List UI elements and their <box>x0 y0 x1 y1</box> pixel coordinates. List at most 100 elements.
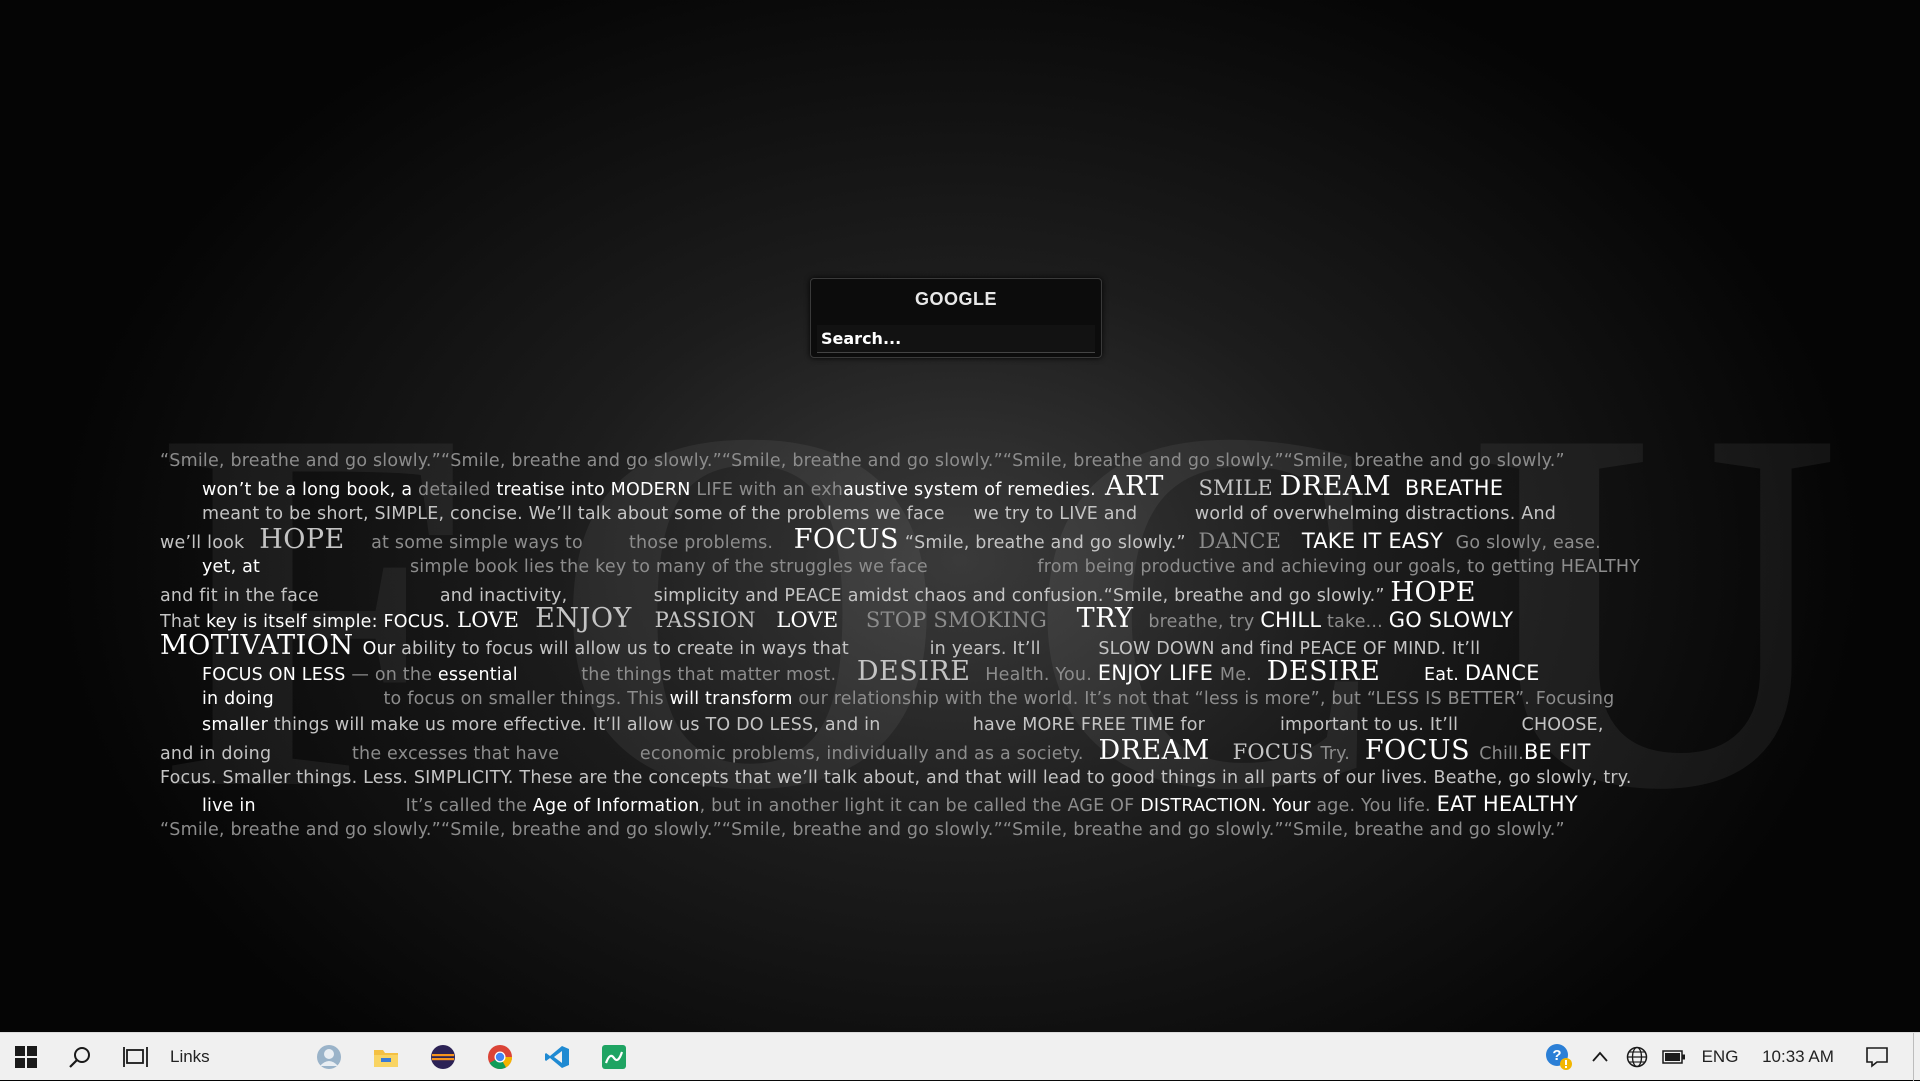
wallpaper-text-segment: FOCUS <box>1355 738 1480 765</box>
wallpaper-text-segment: That <box>160 612 206 633</box>
wallpaper-text-segment: Try. <box>1320 744 1356 765</box>
taskbar-app-eclipse[interactable] <box>414 1033 471 1081</box>
tray-help[interactable]: ? <box>1537 1033 1581 1081</box>
wallpaper-text-segment: and in doing <box>160 744 272 765</box>
search-button[interactable] <box>52 1033 108 1081</box>
wallpaper-text-line: Focus. Smaller things. Less. SIMPLICITY.… <box>160 765 1692 791</box>
wallpaper-text-segment: smaller <box>202 714 274 735</box>
taskbar-app-whiteboard[interactable] <box>585 1033 642 1081</box>
wallpaper-text-line: “Smile, breathe and go slowly.”“Smile, b… <box>160 817 1692 843</box>
wallpaper-text-segment: Our <box>362 638 402 659</box>
task-view-button[interactable] <box>108 1033 164 1081</box>
taskbar-app-user[interactable] <box>300 1033 357 1081</box>
desktop-wallpaper: FOCUS “Smile, breathe and go slowly.”“Sm… <box>0 0 1920 1032</box>
search-icon <box>69 1046 90 1068</box>
wallpaper-text-line: yet, at simple book lies the key to many… <box>202 554 1692 580</box>
globe-icon <box>1626 1046 1648 1068</box>
wallpaper-text-segment: DREAM <box>1279 474 1392 501</box>
wallpaper-text-segment: won’t be a long book, a <box>202 480 419 501</box>
taskbar: Links ? ENG 10:33 AM <box>0 1032 1920 1081</box>
input-language[interactable]: ENG <box>1693 1033 1747 1081</box>
wallpaper-text-segment: EAT HEALTHY <box>1436 792 1578 817</box>
help-warning-icon: ? <box>1546 1044 1572 1070</box>
show-hidden-icons-button[interactable] <box>1581 1033 1619 1081</box>
wallpaper-text-segment: DANCE <box>1191 529 1289 554</box>
wallpaper-text-segment: and fit in the face and inactivity, simp… <box>160 585 1391 606</box>
wallpaper-text-line: won’t be a long book, a detailed treatis… <box>202 474 1692 500</box>
wallpaper-text-line: we’ll look HOPE at some simple ways to t… <box>160 527 1692 553</box>
start-button[interactable] <box>0 1033 52 1081</box>
wallpaper-text-segment: — on the <box>351 665 438 686</box>
taskbar-app-chrome[interactable] <box>471 1033 528 1081</box>
wallpaper-text-segment: meant to be short, SIMPLE, concise. We’l… <box>202 503 1557 524</box>
wallpaper-text-segment: GO SLOWLY <box>1388 608 1514 633</box>
taskbar-app-vscode[interactable] <box>528 1033 585 1081</box>
wallpaper-text-segment: essential <box>437 665 564 686</box>
search-input[interactable] <box>817 325 1095 353</box>
wallpaper-text-segment <box>1389 665 1424 685</box>
wallpaper-text-segment: “Smile, breathe and go slowly.” <box>899 533 1192 554</box>
wallpaper-text-segment: TAKE IT EASY <box>1288 529 1450 554</box>
taskbar-app-file-explorer[interactable] <box>357 1033 414 1081</box>
battery-icon <box>1662 1050 1685 1064</box>
action-center-button[interactable] <box>1849 1033 1905 1081</box>
wallpaper-text-line: in doing to focus on smaller things. Thi… <box>202 686 1692 712</box>
clock[interactable]: 10:33 AM <box>1747 1033 1849 1081</box>
links-toolbar[interactable]: Links <box>164 1033 300 1081</box>
chrome-icon <box>487 1044 512 1069</box>
wallpaper-text-segment: ENJOY LIFE <box>1097 661 1220 686</box>
wallpaper-text-segment: our relationship with the world. It’s no… <box>798 688 1615 709</box>
windows-icon <box>15 1045 37 1068</box>
wallpaper-text-segment: Eat. <box>1424 665 1465 686</box>
wallpaper-text-line: live in It’s called the Age of Informati… <box>202 791 1692 817</box>
svg-text:?: ? <box>1552 1047 1561 1064</box>
wallpaper-text-segment: Age of Information <box>532 796 700 817</box>
wallpaper-text-segment: austive system of remedies. <box>843 480 1096 501</box>
wallpaper-text-segment: yet, at <box>202 556 261 577</box>
wallpaper-text-segment: key is itself simple: FOCUS. <box>205 612 451 633</box>
notification-icon <box>1866 1047 1888 1068</box>
wallpaper-text-segment: to focus on smaller things. This <box>274 688 670 709</box>
vscode-icon <box>544 1045 569 1068</box>
wallpaper-text-line: That key is itself simple: FOCUS. LOVE E… <box>160 606 1692 632</box>
wallpaper-text-segment: things will make us more effective. It’l… <box>273 714 1604 735</box>
wallpaper-text-segment: ENJOY <box>526 606 641 633</box>
wallpaper-text-segment: MOTIVATION <box>160 632 363 660</box>
wallpaper-text-segment: LOVE <box>769 608 853 633</box>
wallpaper-text-line: and fit in the face and inactivity, simp… <box>160 580 1692 606</box>
widget-title: GOOGLE <box>914 289 997 309</box>
wallpaper-text-segment: age. You life. <box>1316 796 1437 817</box>
show-desktop-button[interactable] <box>1913 1033 1920 1081</box>
wallpaper-text-segment: “Smile, breathe and go slowly.”“Smile, b… <box>160 451 1565 471</box>
wallpaper-text-segment: TRY <box>1067 606 1143 633</box>
wallpaper-text-line: MOTIVATION Our ability to focus will all… <box>160 633 1692 659</box>
wallpaper-text-segment: HOPE <box>250 527 354 554</box>
tray-battery[interactable] <box>1655 1033 1693 1081</box>
tray-network[interactable] <box>1619 1033 1655 1081</box>
user-app-icon <box>316 1044 341 1069</box>
wallpaper-text-segment: in doing <box>202 688 274 709</box>
wallpaper-text-segment <box>1164 480 1199 500</box>
system-tray: ? ENG 10:33 AM <box>1537 1033 1920 1081</box>
wallpaper-text-segment: “Smile, breathe and go slowly.”“Smile, b… <box>160 820 1565 841</box>
wallpaper-text-segment: the excesses that have economic problems… <box>271 744 1090 765</box>
eclipse-icon <box>430 1044 455 1069</box>
wallpaper-text-segment: LOVE <box>450 608 527 633</box>
wallpaper-text-segment: breathe, try <box>1142 612 1261 633</box>
wallpaper-text-segment: detailed <box>418 480 497 501</box>
wallpaper-text-segment: DESIRE <box>847 659 980 686</box>
wallpaper-text-segment: Go slowly, ease. <box>1449 533 1601 554</box>
wallpaper-text-segment: DREAM <box>1089 738 1219 765</box>
wallpaper-text-line: “Smile, breathe and go slowly.”“Smile, b… <box>160 448 1692 474</box>
wallpaper-text-segment: BREATHE <box>1391 476 1504 501</box>
wallpaper-text-segment: PASSION <box>640 608 770 633</box>
wallpaper-text-segment: DISTRACTION. Your <box>1140 796 1317 817</box>
wallpaper-text-segment: Chill. <box>1479 744 1524 765</box>
wallpaper-text-segment: ability to focus will allow us to create… <box>401 638 1481 659</box>
wallpaper-text-line: smaller things will make us more effecti… <box>202 712 1692 738</box>
wallpaper-text-segment: Me. <box>1219 665 1258 686</box>
wallpaper-text-segment: live in <box>202 796 256 817</box>
wallpaper-text-segment: FOCUS <box>784 527 900 554</box>
wallpaper-text-block: “Smile, breathe and go slowly.”“Smile, b… <box>160 448 1692 844</box>
wallpaper-text-segment: at some simple ways to those problems. <box>353 533 785 554</box>
